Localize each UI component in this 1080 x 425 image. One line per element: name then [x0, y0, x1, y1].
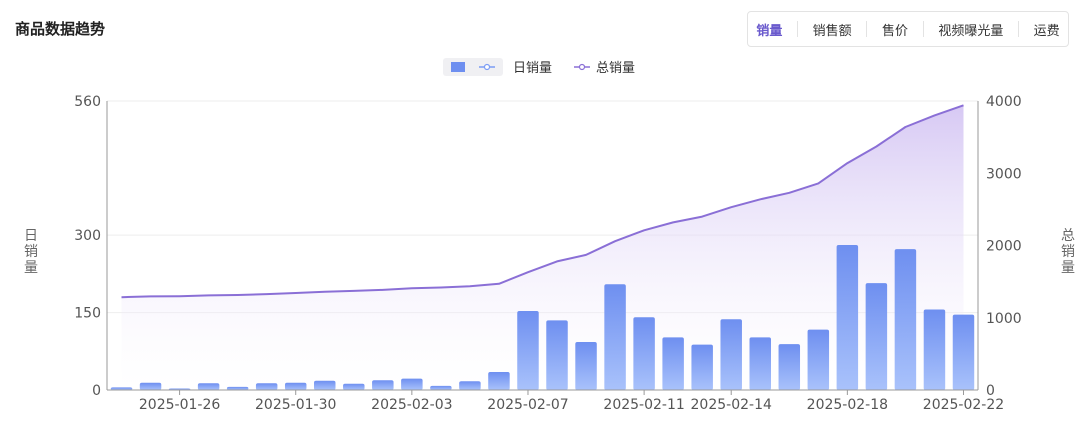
right-tick-label: 3000 [986, 166, 1022, 182]
daily-sales-bar [343, 383, 365, 390]
right-axis-title: 总销量 [1061, 228, 1075, 276]
x-tick-label: 2025-01-30 [255, 397, 336, 413]
daily-sales-bar [749, 337, 771, 390]
left-tick-label: 0 [92, 383, 101, 399]
daily-sales-bar [778, 344, 801, 390]
daily-sales-bar [865, 283, 888, 390]
daily-sales-bar [255, 383, 278, 390]
daily-sales-bar [401, 378, 423, 390]
daily-sales-bar [807, 329, 830, 390]
daily-sales-bar [691, 344, 713, 390]
x-tick-label: 2025-02-14 [691, 397, 772, 413]
daily-sales-bar [139, 382, 162, 390]
daily-sales-bar [488, 371, 510, 390]
daily-sales-bar [894, 249, 917, 390]
x-tick-label: 2025-02-18 [807, 397, 888, 413]
daily-sales-bar [314, 380, 336, 390]
daily-sales-bar [662, 337, 684, 390]
x-tick-label: 2025-02-22 [923, 397, 1004, 413]
left-tick-label: 300 [74, 228, 101, 244]
x-tick-label: 2025-02-11 [603, 397, 684, 413]
daily-sales-bar [517, 311, 539, 390]
daily-sales-bar [952, 314, 975, 390]
right-tick-label: 1000 [986, 311, 1022, 327]
daily-sales-bar [604, 284, 626, 390]
daily-sales-bar [372, 380, 394, 390]
x-tick-label: 2025-02-07 [487, 397, 568, 413]
daily-sales-bar [459, 381, 481, 390]
left-tick-label: 150 [74, 306, 101, 322]
x-tick-label: 2025-02-03 [371, 397, 452, 413]
daily-sales-bar [546, 320, 568, 390]
right-tick-label: 2000 [986, 239, 1022, 255]
daily-sales-bar [836, 244, 859, 390]
left-tick-label: 560 [74, 94, 101, 110]
daily-sales-bar [197, 383, 220, 390]
daily-sales-bar [575, 342, 597, 390]
daily-sales-bar [284, 382, 307, 390]
sales-chart: 0150300560010002000300040002025-01-26 202… [24, 94, 1075, 413]
daily-sales-bar [720, 319, 742, 390]
right-tick-label: 4000 [986, 94, 1022, 110]
left-axis-title: 日销量 [24, 228, 38, 276]
daily-sales-bar [430, 385, 452, 390]
daily-sales-bar [633, 317, 655, 390]
x-tick-label: 2025-01-26 [139, 397, 220, 413]
daily-sales-bar [923, 309, 946, 390]
